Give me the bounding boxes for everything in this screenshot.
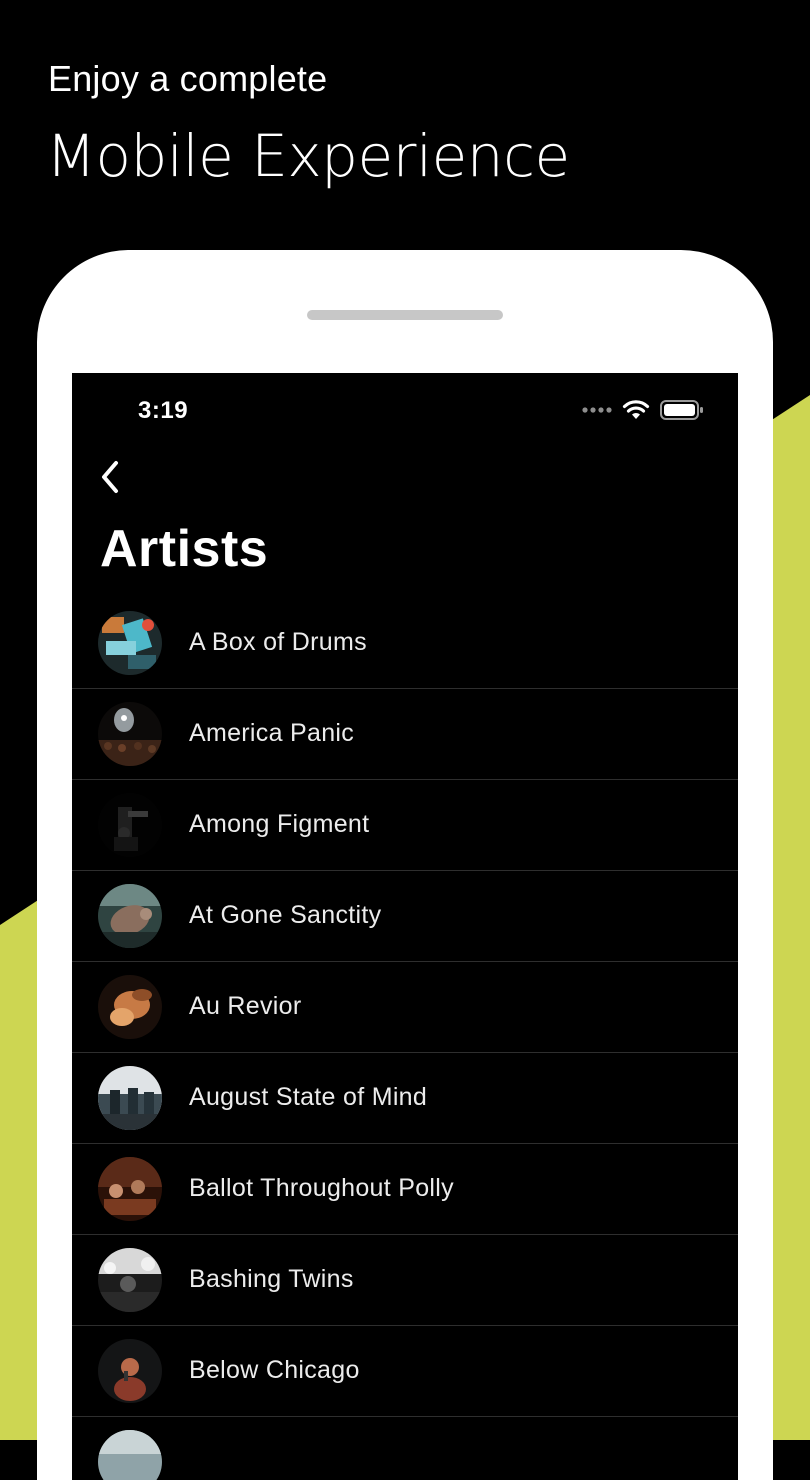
artist-avatar: [98, 611, 162, 675]
page-title: Artists: [100, 520, 269, 578]
chevron-left-icon: [102, 461, 118, 493]
signal-dots-icon: [582, 407, 612, 413]
status-icons: [582, 399, 704, 421]
artist-avatar: [98, 793, 162, 857]
artist-avatar: [98, 975, 162, 1039]
artist-name: Below Chicago: [189, 1356, 360, 1384]
artist-row[interactable]: At Gone Sanctity: [72, 871, 738, 962]
artist-row[interactable]: [72, 1417, 738, 1480]
artist-row[interactable]: Bashing Twins: [72, 1235, 738, 1326]
artist-name: Bashing Twins: [189, 1265, 354, 1293]
promo-line-1: Enjoy a complete: [48, 58, 328, 99]
back-button[interactable]: [90, 455, 130, 499]
wifi-icon: [622, 400, 650, 419]
artist-row[interactable]: Below Chicago: [72, 1326, 738, 1417]
artist-avatar: [98, 702, 162, 766]
artist-row[interactable]: Au Revior: [72, 962, 738, 1053]
phone-device-frame: 3:19 Artists A Box of Drums America Pani…: [37, 250, 773, 1480]
artist-name: America Panic: [189, 719, 355, 747]
artist-name: At Gone Sanctity: [189, 901, 382, 929]
artist-list: A Box of Drums America Panic Among Figme…: [72, 598, 738, 1480]
artist-avatar: [98, 884, 162, 948]
phone-speaker: [307, 310, 503, 320]
artist-name: Among Figment: [189, 810, 370, 838]
artist-name: August State of Mind: [189, 1083, 428, 1111]
promo-line-2: Mobile Experience: [46, 122, 570, 190]
artist-name: Ballot Throughout Polly: [189, 1174, 454, 1202]
artist-row[interactable]: August State of Mind: [72, 1053, 738, 1144]
artist-name: Au Revior: [189, 992, 302, 1020]
artist-avatar: [98, 1248, 162, 1312]
artist-name: A Box of Drums: [189, 628, 367, 656]
artist-row[interactable]: A Box of Drums: [72, 598, 738, 689]
artist-avatar: [98, 1339, 162, 1403]
phone-screen: 3:19 Artists A Box of Drums America Pani…: [72, 373, 738, 1480]
artist-avatar: [98, 1066, 162, 1130]
status-time: 3:19: [138, 397, 189, 424]
artist-avatar: [98, 1157, 162, 1221]
artist-row[interactable]: Ballot Throughout Polly: [72, 1144, 738, 1235]
artist-row[interactable]: America Panic: [72, 689, 738, 780]
battery-icon: [660, 400, 703, 420]
artist-row[interactable]: Among Figment: [72, 780, 738, 871]
artist-avatar: [98, 1430, 162, 1480]
